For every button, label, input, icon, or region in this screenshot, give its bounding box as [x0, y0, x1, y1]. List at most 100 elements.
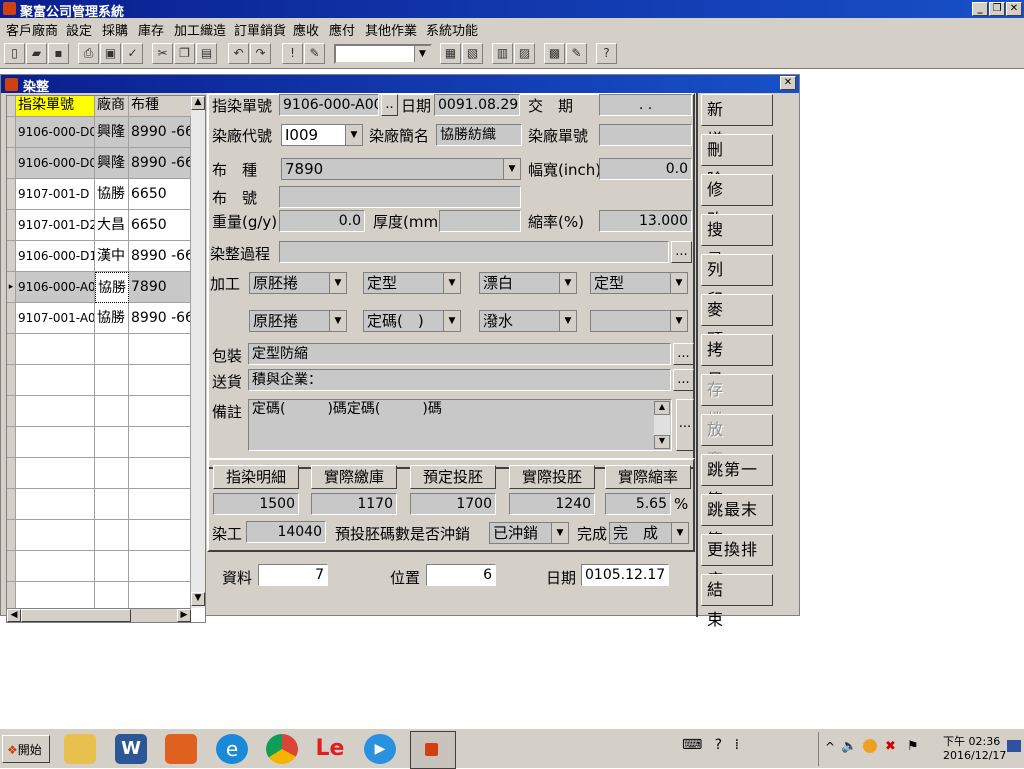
grid-cell-vendor[interactable]: 大昌 [95, 210, 129, 241]
order-no-field[interactable]: 9106-000-A00 [279, 94, 379, 116]
flag-icon[interactable]: ⚑ [907, 739, 919, 754]
process-step-6-select[interactable]: 定碼( ) ▼ [363, 310, 461, 332]
grid-cell-empty[interactable] [95, 458, 129, 489]
grid-cell-order-no[interactable]: 9107-001-A01 [16, 303, 95, 334]
grid-cell-cloth[interactable]: 8990 -665 [129, 241, 191, 272]
network-icon[interactable]: ✖ [885, 739, 896, 754]
grid-cell-order-no[interactable]: 9106-000-D09 [16, 148, 95, 179]
chevron-down-icon[interactable]: ▼ [345, 125, 362, 145]
shipping-browse-button[interactable]: ... [673, 369, 694, 391]
spell-check-icon[interactable]: ✓ [122, 43, 143, 64]
edit-chart-icon[interactable]: ✎ [304, 43, 325, 64]
search-button[interactable]: 搜 尋 [701, 214, 773, 269]
show-desktop-icon[interactable] [1007, 740, 1021, 752]
cut-icon[interactable]: ✂ [152, 43, 173, 64]
complete-select[interactable]: 完 成 ▼ [609, 522, 689, 544]
actual-stock-button[interactable]: 實際繳庫 [311, 465, 397, 489]
packing-browse-button[interactable]: ... [673, 343, 694, 365]
menu-orders[interactable]: 訂單銷貨 [234, 20, 286, 39]
cloth-no-field[interactable] [279, 186, 521, 208]
volume-icon[interactable]: 🔈 [841, 739, 857, 754]
save-button[interactable]: 存 檔 [701, 374, 773, 429]
delete-button[interactable]: 刪 除 [701, 134, 773, 189]
video-player-icon[interactable]: ▶ [364, 734, 396, 764]
grid-cell-empty[interactable] [95, 396, 129, 427]
ime-icon[interactable]: ⁞ [735, 737, 739, 753]
grid-cell-empty[interactable] [129, 551, 191, 582]
width-field[interactable]: 0.0 [599, 158, 692, 180]
grid-cell-empty[interactable] [129, 489, 191, 520]
grid-row-indicator[interactable] [7, 179, 16, 210]
shipping-field[interactable]: 積與企業： [248, 369, 671, 391]
grid-vscrollbar[interactable]: ▲ ▼ [191, 96, 205, 608]
grid-cell-cloth[interactable]: 7890 [129, 272, 191, 303]
grid-cell-empty[interactable] [95, 334, 129, 365]
undo-icon[interactable]: ↶ [228, 43, 249, 64]
window-close-button[interactable]: ✕ [780, 76, 796, 90]
grid-cell-empty[interactable] [95, 365, 129, 396]
chevron-down-icon[interactable]: ▼ [551, 523, 568, 543]
grid-cell-order-no[interactable]: 9106-000-D10 [16, 241, 95, 272]
show-hidden-icon[interactable]: ^ [825, 740, 835, 754]
process-step-5-select[interactable]: 原胚捲 ▼ [249, 310, 347, 332]
grid-cell-order-no[interactable]: 9106-000-D08 [16, 117, 95, 148]
grid-cell-empty[interactable] [95, 551, 129, 582]
grid-cell-cloth[interactable]: 8990 -665 [129, 303, 191, 334]
grid-row-indicator[interactable] [7, 303, 16, 334]
grid-cell-empty[interactable] [95, 489, 129, 520]
grid-cell-order-no[interactable]: 9106-000-A00 [16, 272, 95, 303]
change-sort-button[interactable]: 更換排序 [701, 534, 773, 589]
chevron-down-icon[interactable]: ▼ [670, 273, 687, 293]
remark-scrollbar[interactable]: ▲ ▼ [654, 401, 670, 449]
menu-other[interactable]: 其他作業 [365, 20, 417, 39]
paste-icon[interactable]: ▤ [196, 43, 217, 64]
menu-settings[interactable]: 設定 [66, 20, 92, 39]
exclamation-icon[interactable]: ! [282, 43, 303, 64]
chevron-down-icon[interactable]: ▼ [671, 523, 688, 543]
scroll-up-icon[interactable]: ▲ [654, 401, 670, 415]
form-icon[interactable]: ▦ [440, 43, 461, 64]
process-step-1-select[interactable]: 原胚捲 ▼ [249, 272, 347, 294]
process-browse-button[interactable]: ... [671, 241, 692, 263]
date-field[interactable]: 0091.08.29 [434, 94, 520, 116]
grid-cell-cloth[interactable]: 6650 [129, 179, 191, 210]
save-disk-icon[interactable]: ▪ [48, 43, 69, 64]
new-file-icon[interactable]: ▯ [4, 43, 25, 64]
scroll-right-icon[interactable]: ▶ [177, 609, 191, 622]
grid-row-indicator[interactable] [7, 427, 16, 458]
edit-button[interactable]: 修 改 [701, 174, 773, 229]
exit-button[interactable]: 結 束 [701, 574, 773, 629]
grid-cell-empty[interactable] [16, 551, 95, 582]
chrome-icon[interactable] [266, 734, 298, 764]
clock-time[interactable]: 下午 02:36 [943, 733, 1000, 749]
tool-d-icon[interactable]: ✎ [566, 43, 587, 64]
grid-cell-empty[interactable] [16, 396, 95, 427]
dye-detail-button[interactable]: 指染明細 [213, 465, 299, 489]
grid-row-indicator[interactable]: ▸ [7, 272, 16, 303]
add-button[interactable]: 新 增 [701, 94, 773, 149]
grid-hscrollbar[interactable]: ◀ ▶ [7, 608, 191, 622]
shipping-mark-button[interactable]: 麥 頭 [701, 294, 773, 349]
help-icon[interactable]: ? [596, 43, 617, 64]
chevron-down-icon[interactable]: ▼ [443, 273, 460, 293]
scroll-thumb[interactable] [21, 609, 131, 622]
process-step-8-select[interactable]: ▼ [590, 310, 688, 332]
process-step-4-select[interactable]: 定型 ▼ [590, 272, 688, 294]
dye-factory-order-field[interactable] [599, 124, 692, 146]
keyboard-icon[interactable]: ⌨ [682, 737, 702, 753]
remark-textarea[interactable]: 定碼( )碼定碼( )碼 [248, 399, 672, 451]
menu-payable[interactable]: 應付 [329, 20, 355, 39]
grid-cell-empty[interactable] [16, 334, 95, 365]
grid-row-indicator[interactable] [7, 520, 16, 551]
internet-explorer-icon[interactable]: e [216, 734, 248, 764]
grid-row-indicator[interactable] [7, 458, 16, 489]
grid-cell-empty[interactable] [16, 458, 95, 489]
grid-row-indicator[interactable] [7, 551, 16, 582]
menu-purchase[interactable]: 採購 [102, 20, 128, 39]
grid-cell-empty[interactable] [129, 427, 191, 458]
grid-cell-empty[interactable] [129, 396, 191, 427]
grid-cell-empty[interactable] [129, 365, 191, 396]
scroll-down-icon[interactable]: ▼ [191, 592, 205, 606]
grid-cell-cloth[interactable]: 6650 [129, 210, 191, 241]
redo-icon[interactable]: ↷ [250, 43, 271, 64]
